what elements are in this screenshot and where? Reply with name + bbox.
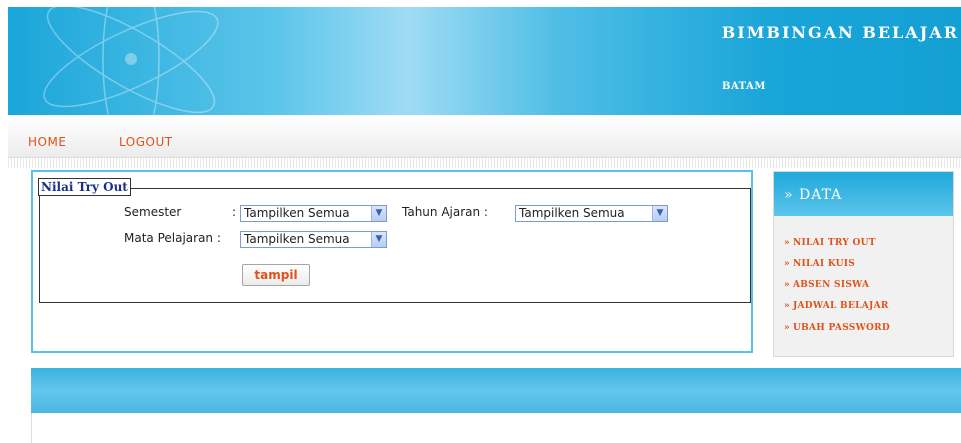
sidebar-item-jadwal-belajar[interactable]: » JADWAL BELAJAR [784, 301, 889, 311]
tahun-ajaran-select-value: Tampilken Semua [519, 206, 625, 220]
nav-home-link[interactable]: HOME [28, 135, 66, 149]
mata-pelajaran-select[interactable]: Tampilken Semua ▼ [240, 231, 387, 248]
fieldset-legend: Nilai Try Out [38, 178, 131, 196]
semester-select[interactable]: Tampilken Semua ▼ [240, 205, 387, 222]
mata-pelajaran-select-value: Tampilken Semua [244, 232, 350, 246]
sidebar-item-nilai-try-out[interactable]: » NILAI TRY OUT [784, 238, 876, 248]
bullet-icon: » [784, 259, 790, 269]
sidebar-item-absen-siswa[interactable]: » ABSEN SISWA [784, 280, 869, 290]
semester-label: Semester [124, 205, 182, 219]
bullet-icon: » [784, 280, 790, 290]
bullet-icon: » [784, 323, 790, 333]
header-banner: BIMBINGAN BELAJAR BATAM [8, 7, 961, 115]
bullet-icon: » [784, 238, 790, 248]
sidebar-item-label: NILAI KUIS [792, 259, 856, 269]
sidebar-item-label: NILAI TRY OUT [792, 238, 876, 248]
semester-select-value: Tampilken Semua [244, 206, 350, 220]
sidebar-title: » DATA [784, 187, 843, 203]
tahun-ajaran-select[interactable]: Tampilken Semua ▼ [515, 205, 668, 222]
chevron-down-icon: ▼ [371, 232, 386, 247]
bullet-icon: » [784, 301, 790, 311]
tampil-button[interactable]: tampil [242, 264, 310, 286]
site-title: BIMBINGAN BELAJAR [721, 23, 959, 42]
tahun-ajaran-label: Tahun Ajaran : [402, 205, 488, 219]
semester-colon: : [232, 205, 237, 219]
sidebar-item-label: JADWAL BELAJAR [792, 301, 889, 311]
footer-band [31, 368, 961, 413]
top-nav: HOME LOGOUT [8, 115, 961, 158]
content-area [31, 413, 961, 443]
chevron-down-icon: ▼ [652, 206, 667, 221]
mata-pelajaran-label: Mata Pelajaran : [124, 231, 221, 245]
atom-logo-icon [43, 7, 219, 115]
chevron-down-icon: ▼ [371, 206, 386, 221]
sidebar: » DATA » NILAI TRY OUT » NILAI KUIS » ABSEN… [773, 171, 954, 357]
sidebar-item-ubah-password[interactable]: » UBAH PASSWORD [784, 323, 890, 333]
sidebar-item-label: UBAH PASSWORD [792, 323, 891, 333]
nav-logout-link[interactable]: LOGOUT [119, 135, 173, 149]
sidebar-item-nilai-kuis[interactable]: » NILAI KUIS [784, 259, 855, 269]
site-subtitle: BATAM [722, 81, 766, 92]
sidebar-header: » DATA [774, 172, 953, 216]
divider-strip [8, 158, 961, 168]
sidebar-item-label: ABSEN SISWA [792, 280, 870, 290]
main-panel: Nilai Try Out [31, 170, 753, 353]
